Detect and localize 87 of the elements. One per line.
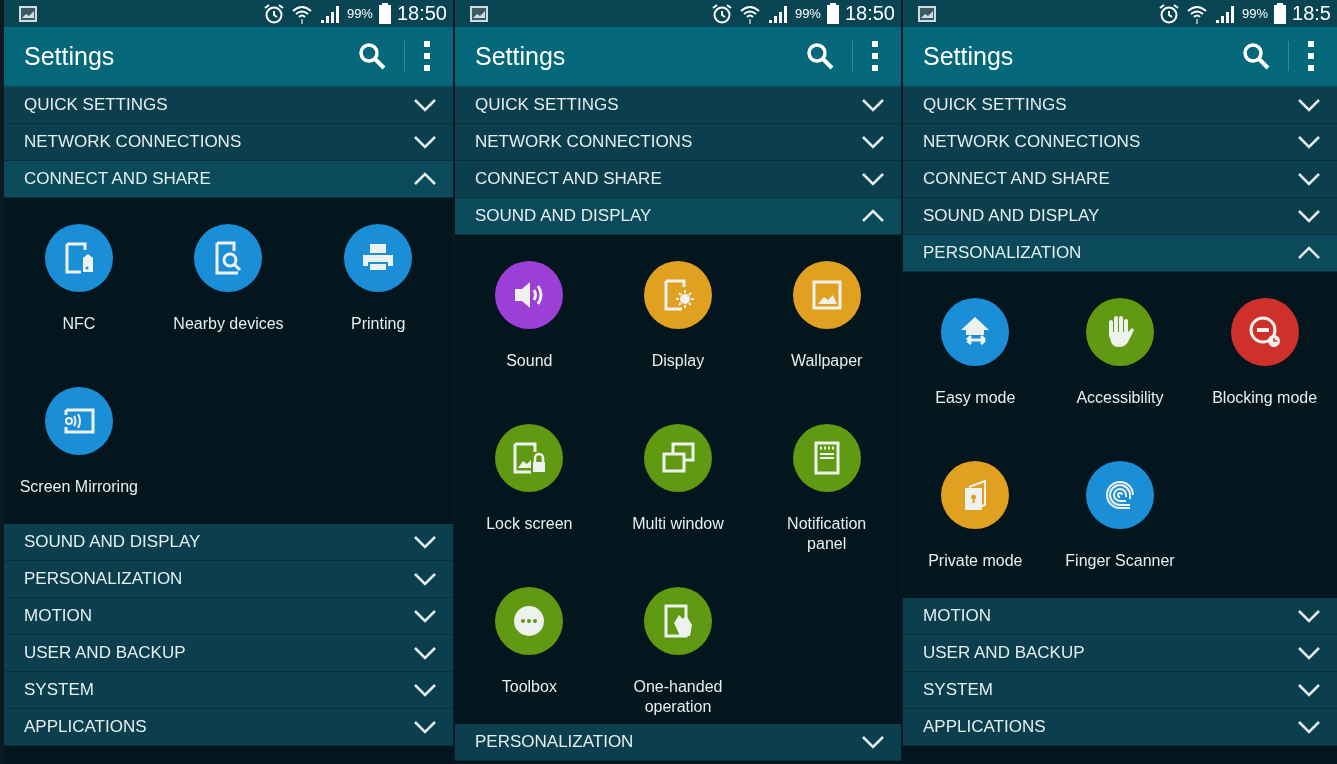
- settings-shortcut[interactable]: Screen Mirroring: [4, 361, 154, 524]
- chevron-down-icon: [1297, 209, 1321, 223]
- chevron-down-icon: [861, 135, 885, 149]
- chevron-up-icon: [413, 172, 437, 186]
- section-header[interactable]: NETWORK CONNECTIONS: [4, 124, 453, 161]
- chevron-down-icon: [1297, 683, 1321, 697]
- section-header[interactable]: PERSONALIZATION: [455, 724, 901, 761]
- section-header[interactable]: APPLICATIONS: [903, 709, 1337, 746]
- chevron-down-icon: [1297, 135, 1321, 149]
- section-header[interactable]: QUICK SETTINGS: [455, 87, 901, 124]
- settings-shortcut[interactable]: One-handed operation: [603, 561, 753, 724]
- settings-shortcut[interactable]: Multi window: [603, 398, 753, 561]
- settings-shortcut[interactable]: Accessibility: [1047, 272, 1193, 435]
- chevron-down-icon: [413, 646, 437, 660]
- screen-title: Settings: [24, 41, 116, 71]
- alarm-clock-icon: [710, 2, 733, 25]
- section-header[interactable]: QUICK SETTINGS: [4, 87, 453, 124]
- more-vertical-icon: [423, 40, 431, 72]
- section-header[interactable]: SOUND AND DISPLAY: [455, 198, 901, 235]
- section-header[interactable]: SYSTEM: [4, 672, 453, 709]
- battery-icon: [378, 3, 391, 24]
- chevron-down-icon: [1297, 609, 1321, 623]
- battery-percent: 99%: [346, 6, 373, 21]
- settings-shortcut[interactable]: Easy mode: [903, 272, 1048, 435]
- section-header[interactable]: NETWORK CONNECTIONS: [455, 124, 901, 161]
- section-header[interactable]: PERSONALIZATION: [903, 235, 1337, 272]
- settings-shortcut[interactable]: Blocking mode: [1192, 272, 1337, 435]
- settings-shortcut[interactable]: Finger Scanner: [1047, 435, 1193, 598]
- chevron-down-icon: [1297, 720, 1321, 734]
- chevron-down-icon: [861, 172, 885, 186]
- settings-shortcut[interactable]: Toolbox: [455, 561, 604, 724]
- chevron-down-icon: [1297, 98, 1321, 112]
- image-thumbnail-icon: [917, 4, 937, 23]
- chevron-down-icon: [413, 135, 437, 149]
- chevron-down-icon: [413, 683, 437, 697]
- image-thumbnail-icon: [469, 4, 489, 23]
- status-time: 18:50: [844, 2, 895, 25]
- screen-title: Settings: [923, 41, 1015, 71]
- screen-title: Settings: [475, 41, 567, 71]
- settings-shortcut[interactable]: Sound: [455, 235, 604, 398]
- status-time: 18:50: [396, 2, 447, 25]
- section-header[interactable]: NETWORK CONNECTIONS: [903, 124, 1337, 161]
- section-header[interactable]: PERSONALIZATION: [4, 561, 453, 598]
- section-header[interactable]: QUICK SETTINGS: [903, 87, 1337, 124]
- section-header[interactable]: MOTION: [903, 598, 1337, 635]
- section-header[interactable]: APPLICATIONS: [4, 709, 453, 746]
- section-header[interactable]: USER AND BACKUP: [903, 635, 1337, 672]
- chevron-down-icon: [413, 609, 437, 623]
- alarm-clock-icon: [1158, 2, 1181, 25]
- status-time: 18:5: [1292, 2, 1331, 25]
- chevron-up-icon: [1297, 246, 1321, 260]
- section-header[interactable]: CONNECT AND SHARE: [903, 161, 1337, 198]
- battery-icon: [826, 3, 839, 24]
- section-header[interactable]: CONNECT AND SHARE: [455, 161, 901, 198]
- section-header[interactable]: SYSTEM: [903, 672, 1337, 709]
- section-header[interactable]: SOUND AND DISPLAY: [903, 198, 1337, 235]
- battery-icon: [1274, 3, 1287, 24]
- signal-bars-icon: [1214, 3, 1237, 24]
- chevron-down-icon: [861, 735, 885, 749]
- chevron-up-icon: [861, 209, 885, 223]
- image-thumbnail-icon: [18, 4, 38, 23]
- battery-percent: 99%: [1242, 6, 1269, 21]
- battery-percent: 99%: [794, 6, 821, 21]
- settings-shortcut[interactable]: Wallpaper: [752, 235, 901, 398]
- alarm-clock-icon: [262, 2, 285, 25]
- section-header[interactable]: USER AND BACKUP: [4, 635, 453, 672]
- more-vertical-icon: [1307, 40, 1315, 72]
- section-header[interactable]: MOTION: [4, 598, 453, 635]
- chevron-down-icon: [413, 720, 437, 734]
- signal-bars-icon: [766, 3, 789, 24]
- more-vertical-icon: [871, 40, 879, 72]
- chevron-down-icon: [413, 535, 437, 549]
- chevron-down-icon: [413, 98, 437, 112]
- settings-shortcut[interactable]: NFC: [4, 198, 154, 361]
- chevron-down-icon: [1297, 172, 1321, 186]
- chevron-down-icon: [413, 572, 437, 586]
- chevron-down-icon: [1297, 646, 1321, 660]
- chevron-down-icon: [861, 98, 885, 112]
- section-header[interactable]: CONNECT AND SHARE: [4, 161, 453, 198]
- settings-shortcut[interactable]: Notification panel: [752, 398, 901, 561]
- signal-bars-icon: [318, 3, 341, 24]
- settings-shortcut[interactable]: Nearby devices: [153, 198, 304, 361]
- settings-shortcut[interactable]: Private mode: [903, 435, 1048, 598]
- settings-shortcut[interactable]: Display: [603, 235, 753, 398]
- section-header[interactable]: SOUND AND DISPLAY: [4, 524, 453, 561]
- settings-shortcut[interactable]: Printing: [303, 198, 453, 361]
- settings-shortcut[interactable]: Lock screen: [455, 398, 604, 561]
